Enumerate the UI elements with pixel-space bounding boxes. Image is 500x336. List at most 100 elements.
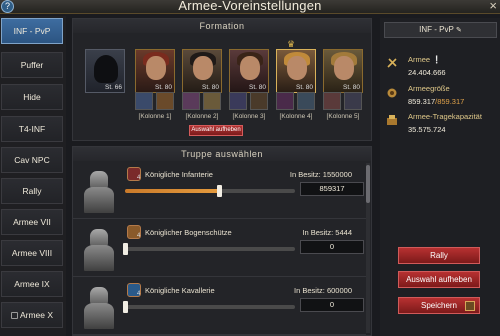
troop-name: Königliche Kavallerie [145,286,215,295]
column-label: [Kolonne 4] [279,113,313,120]
sidebar-item-armee-vii[interactable]: Armee VII [1,209,63,235]
sidebar-item-label: Rally [22,186,42,196]
carry-capacity-icon [386,113,398,125]
troop-slider[interactable] [123,301,295,313]
hero-portrait-1[interactable]: St. 80 [135,49,175,93]
sidebar-item-label: Cav NPC [14,155,50,165]
sub-hero-slot[interactable] [182,92,200,110]
summary-panel: INF - PvP ✎ Armee ❕ 24.404.666 Armeegröß… [380,18,500,336]
sidebar-item-rally[interactable]: Rally [1,178,63,204]
troop-row-archer: 4 Königlicher Bogenschütze In Besitz: 54… [73,221,366,277]
hero-face [146,56,166,80]
preset-sidebar: INF - PvP Puffer Hide T4-INF Cav NPC Ral… [0,16,66,336]
hero-portrait-3[interactable]: St. 80 [229,49,269,93]
tier-label: 4 [137,175,141,181]
archer-unit-image [79,227,119,271]
deselect-all-button[interactable]: Auswahl aufheben [398,271,480,288]
sub-hero-slot[interactable] [135,92,153,110]
sidebar-item-armee-x[interactable]: Armee X [1,302,63,328]
sidebar-item-label: T4-INF [18,124,46,134]
hero-level: St. 80 [296,84,313,91]
hero-face [240,56,260,80]
sidebar-item-label: Puffer [20,60,44,70]
hero-portrait-2[interactable]: St. 80 [182,49,222,93]
tier-label: 4 [137,233,141,239]
sidebar-item-armee-ix[interactable]: Armee IX [1,271,63,297]
troop-quantity-input[interactable]: 0 [300,298,364,312]
sub-hero-slot[interactable] [297,92,315,110]
column-label: [Kolonne 3] [232,113,266,120]
scroll-thumb[interactable] [366,165,370,203]
army-power-icon [386,56,398,68]
sidebar-item-t4-inf[interactable]: T4-INF [1,116,63,142]
hero-level: St. 80 [155,84,172,91]
sub-hero-slot[interactable] [344,92,362,110]
edit-icon[interactable]: ✎ [456,27,462,34]
infantry-unit-image [79,169,119,213]
troop-quantity-input[interactable]: 0 [300,240,364,254]
lock-icon [10,312,18,319]
troop-slider[interactable] [123,243,295,255]
hero-face [287,56,307,80]
sub-hero-slot[interactable] [203,92,221,110]
sub-hero-slot[interactable] [276,92,294,110]
hero-portrait-5[interactable]: St. 80 [323,49,363,93]
window-title: Armee-Voreinstellungen [178,0,322,13]
hero-face [193,56,213,80]
sidebar-item-cav-npc[interactable]: Cav NPC [1,147,63,173]
leader-level: St. 66 [105,84,122,91]
troops-panel: Truppe auswählen 4 Königliche Infanterie… [72,146,372,336]
save-icon [465,301,475,311]
cavalry-unit-image [79,285,119,329]
army-size-icon [386,86,398,98]
sub-hero-slot[interactable] [156,92,174,110]
army-size-label: Armeegröße [408,84,450,93]
troops-scrollbar[interactable] [366,163,370,333]
hero-portrait-4[interactable]: St. 80 [276,49,316,93]
hero-level: St. 80 [202,84,219,91]
sidebar-item-label: Hide [23,92,41,102]
sub-hero-slot[interactable] [250,92,268,110]
preset-name-field[interactable]: INF - PvP ✎ [384,22,497,38]
troop-name: Königliche Infanterie [145,170,213,179]
sub-hero-slot[interactable] [323,92,341,110]
dragon-icon [94,55,118,83]
sub-hero-slot[interactable] [229,92,247,110]
column-label: [Kolonne 5] [326,113,360,120]
leader-portrait[interactable]: St. 66 [85,49,125,93]
sidebar-item-label: Armee VIII [11,248,53,258]
rally-button[interactable]: Rally [398,247,480,264]
slider-thumb[interactable] [123,301,128,313]
troops-header: Truppe auswählen [73,147,371,161]
army-size-value: 859.317/859.317 [408,97,465,106]
troop-owned: In Besitz: 600000 [294,286,352,295]
troop-slider[interactable] [125,185,295,197]
sidebar-item-puffer[interactable]: Puffer [1,52,63,78]
slider-thumb[interactable] [123,243,128,255]
sidebar-item-armee-viii[interactable]: Armee VIII [1,240,63,266]
troop-owned: In Besitz: 5444 [302,228,352,237]
slider-fill [125,189,220,193]
slider-thumb[interactable] [217,185,223,197]
sidebar-item-label: Armee VII [13,217,51,227]
troop-quantity-input[interactable]: 859317 [300,182,364,196]
capacity-value: 35.575.724 [408,125,446,134]
sidebar-item-hide[interactable]: Hide [1,84,63,110]
formation-deselect-button[interactable]: Auswahl aufheben [189,125,243,136]
tier-label: 4 [137,291,141,297]
column-label: [Kolonne 1] [138,113,172,120]
sidebar-item-inf-pvp[interactable]: INF - PvP [1,18,63,44]
column-label: [Kolonne 2] [185,113,219,120]
capacity-label: Armee-Tragekapazität [408,112,482,121]
close-icon[interactable]: × [489,0,497,13]
troop-row-infantry: 4 Königliche Infanterie In Besitz: 15500… [73,163,366,219]
hero-level: St. 80 [249,84,266,91]
save-button[interactable]: Speichern [398,297,480,314]
hero-face [334,56,354,80]
troop-row-cavalry: 4 Königliche Kavallerie In Besitz: 60000… [73,279,366,335]
troop-owned: In Besitz: 1550000 [289,170,352,179]
info-icon[interactable]: ❕ [432,55,441,64]
army-value: 24.404.666 [408,68,446,77]
hero-level: St. 80 [343,84,360,91]
formation-panel: Formation St. 66 St. 80 St. 80 St. 80 ♛ … [72,18,372,141]
